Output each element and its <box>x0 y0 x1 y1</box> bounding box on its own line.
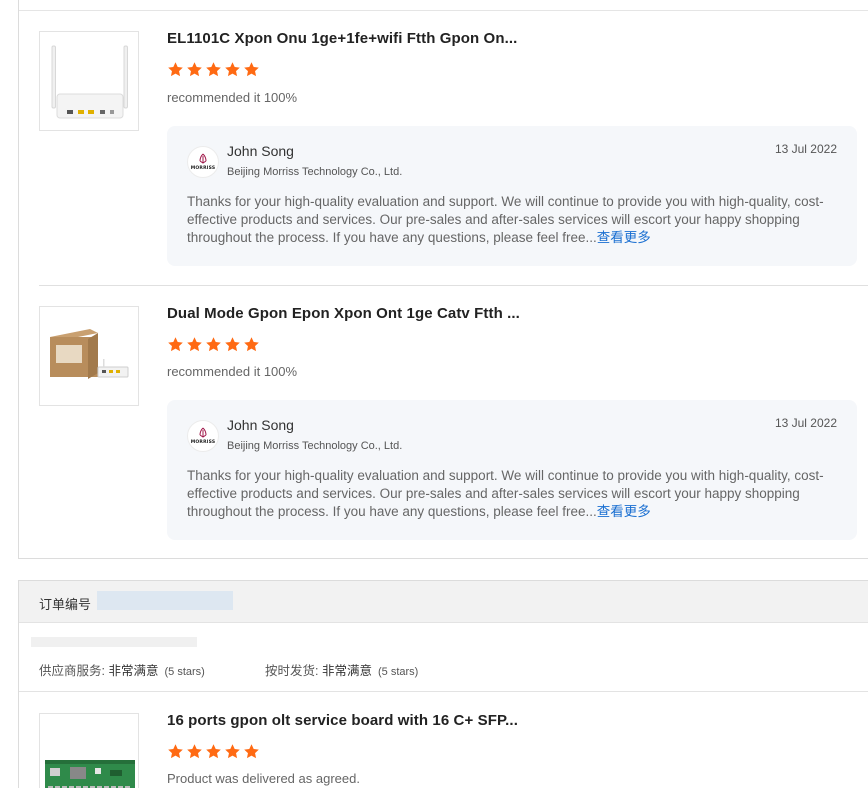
star-icon <box>186 336 203 353</box>
product-title[interactable]: EL1101C Xpon Onu 1ge+1fe+wifi Ftth Gpon … <box>167 30 517 47</box>
star-icon <box>205 743 222 760</box>
on-time-label: 按时发货: <box>265 664 319 678</box>
product-title[interactable]: Dual Mode Gpon Epon Xpon Ont 1ge Catv Ft… <box>167 305 520 322</box>
star-icon <box>205 336 222 353</box>
review-text: Product was delivered as agreed. <box>167 771 360 786</box>
star-icon <box>167 61 184 78</box>
star-icon <box>186 61 203 78</box>
reply-company: Beijing Morriss Technology Co., Ltd. <box>227 440 403 452</box>
star-icon <box>224 743 241 760</box>
star-icon <box>224 61 241 78</box>
supplier-service-label: 供应商服务: <box>39 664 105 678</box>
ont-box-image[interactable] <box>39 306 139 406</box>
supplier-reply: MORRISS John Song Beijing Morriss Techno… <box>167 400 857 540</box>
star-rating <box>167 61 260 81</box>
product-title[interactable]: 16 ports gpon olt service board with 16 … <box>167 712 518 729</box>
divider <box>19 691 868 692</box>
order-number-redacted <box>97 591 233 610</box>
reply-body: Thanks for your high-quality evaluation … <box>187 193 847 247</box>
order-number-label: 订单编号 <box>39 597 92 612</box>
review-card: EL1101C Xpon Onu 1ge+1fe+wifi Ftth Gpon … <box>18 0 868 559</box>
reply-date: 13 Jul 2022 <box>774 142 837 156</box>
star-icon <box>243 336 260 353</box>
logo-text: MORRISS <box>190 166 216 171</box>
supplier-service-stars: (5 stars) <box>164 666 205 678</box>
morriss-logo-icon <box>199 153 207 164</box>
divider <box>19 10 868 11</box>
reply-author: John Song <box>227 143 294 159</box>
supplier-service-rating: 供应商服务: 非常满意 (5 stars) <box>39 660 205 679</box>
redacted-line <box>31 637 197 647</box>
morriss-logo-icon <box>199 427 207 438</box>
star-icon <box>224 336 241 353</box>
star-icon <box>243 61 260 78</box>
review-text: recommended it 100% <box>167 90 298 105</box>
router-image[interactable] <box>39 31 139 131</box>
supplier-service-value: 非常满意 <box>108 664 159 678</box>
supplier-reply: MORRISS John Song Beijing Morriss Techno… <box>167 126 857 266</box>
on-time-delivery-rating: 按时发货: 非常满意 (5 stars) <box>265 660 418 679</box>
star-rating <box>167 743 260 763</box>
supplier-logo: MORRISS <box>187 146 219 178</box>
star-icon <box>167 743 184 760</box>
star-icon <box>167 336 184 353</box>
supplier-logo: MORRISS <box>187 420 219 452</box>
divider <box>39 285 868 286</box>
star-icon <box>186 743 203 760</box>
olt-board-image[interactable] <box>39 713 139 788</box>
reply-date: 13 Jul 2022 <box>774 416 837 430</box>
reply-text: Thanks for your high-quality evaluation … <box>187 194 824 245</box>
reply-author: John Song <box>227 417 294 433</box>
star-icon <box>205 61 222 78</box>
review-text: recommended it 100% <box>167 364 298 379</box>
on-time-value: 非常满意 <box>321 664 372 678</box>
reply-text: Thanks for your high-quality evaluation … <box>187 468 824 519</box>
view-more-link[interactable]: 查看更多 <box>597 504 651 519</box>
on-time-stars: (5 stars) <box>377 666 419 678</box>
reply-body: Thanks for your high-quality evaluation … <box>187 467 847 521</box>
reply-company: Beijing Morriss Technology Co., Ltd. <box>227 166 403 178</box>
order-card: 订单编号 供应商服务: 非常满意 (5 stars) 按时发货: 非常满意 (5 s… <box>18 580 868 788</box>
star-rating <box>167 336 260 356</box>
star-icon <box>243 743 260 760</box>
logo-text: MORRISS <box>190 440 216 445</box>
view-more-link[interactable]: 查看更多 <box>597 230 651 245</box>
order-header: 订单编号 <box>19 581 868 623</box>
